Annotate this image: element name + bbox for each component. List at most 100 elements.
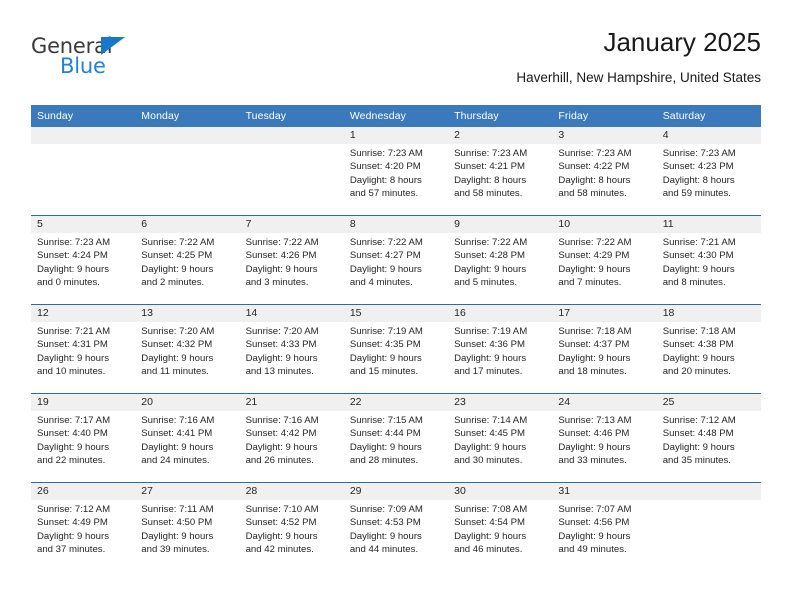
sunrise-text: Sunrise: 7:18 AM (662, 326, 736, 337)
calendar-day-cell[interactable]: 30 Sunrise: 7:08 AM Sunset: 4:54 PM Dayligh… (448, 482, 553, 571)
calendar-day-cell[interactable]: 26 Sunrise: 7:12 AM Sunset: 4:49 PM Dayligh… (31, 482, 136, 571)
calendar-day-cell[interactable]: 1 Sunrise: 7:23 AM Sunset: 4:20 PM Daylight… (343, 127, 449, 216)
sunset-text: Sunset: 4:24 PM (37, 250, 108, 262)
calendar-week-row: 12 Sunrise: 7:21 AM Sunset: 4:31 PM Dayligh… (31, 304, 761, 394)
calendar-day-cell-inner: 24 Sunrise: 7:13 AM Sunset: 4:46 PM Dayligh… (552, 394, 657, 482)
calendar-day-cell[interactable]: 12 Sunrise: 7:21 AM Sunset: 4:31 PM Dayligh… (31, 304, 136, 394)
calendar-day-cell[interactable]: 6 Sunrise: 7:22 AM Sunset: 4:25 PM Daylight… (135, 215, 240, 305)
daylight-text-line1: Daylight: 9 hours (37, 263, 109, 275)
calendar-day-cell-inner: 17 Sunrise: 7:18 AM Sunset: 4:37 PM Dayligh… (552, 305, 657, 393)
calendar-day-cell[interactable]: 19 Sunrise: 7:17 AM Sunset: 4:40 PM Dayligh… (31, 393, 136, 483)
daylight-text-line1: Daylight: 9 hours (558, 530, 631, 542)
weekday-header-friday: Friday (552, 105, 657, 127)
weekday-header-tuesday: Tuesday (239, 105, 344, 127)
calendar-day-cell[interactable]: 25 Sunrise: 7:12 AM Sunset: 4:48 PM Dayligh… (656, 393, 761, 483)
sunset-text: Sunset: 4:26 PM (245, 250, 317, 262)
calendar-week-row: 26 Sunrise: 7:12 AM Sunset: 4:49 PM Dayligh… (31, 482, 761, 571)
weekday-header-monday: Monday (135, 105, 240, 127)
day-number: 12 (31, 305, 136, 322)
calendar-day-cell[interactable]: 31 Sunrise: 7:07 AM Sunset: 4:56 PM Dayligh… (552, 482, 657, 571)
calendar-day-cell[interactable]: 28 Sunrise: 7:10 AM Sunset: 4:52 PM Dayligh… (239, 482, 344, 571)
calendar-day-cell[interactable]: 17 Sunrise: 7:18 AM Sunset: 4:37 PM Dayligh… (552, 304, 657, 394)
weekday-header-row: Sunday Monday Tuesday Wednesday Thursday… (31, 105, 761, 127)
day-number: 9 (448, 216, 553, 233)
day-number: 8 (343, 216, 449, 233)
day-details: Sunrise: 7:22 AM Sunset: 4:29 PM Daylight:… (552, 233, 656, 289)
daylight-text-line2: and 33 minutes. (558, 454, 627, 466)
day-details: Sunrise: 7:23 AM Sunset: 4:23 PM Daylight:… (657, 144, 761, 200)
daylight-text-line2: and 30 minutes. (454, 454, 523, 466)
calendar-day-cell-inner: 31 Sunrise: 7:07 AM Sunset: 4:56 PM Dayligh… (552, 483, 657, 571)
sunrise-text: Sunrise: 7:19 AM (454, 326, 528, 337)
day-details: Sunrise: 7:14 AM Sunset: 4:45 PM Daylight:… (448, 411, 552, 467)
calendar-day-cell[interactable]: 20 Sunrise: 7:16 AM Sunset: 4:41 PM Dayligh… (135, 393, 240, 483)
day-number: 10 (552, 216, 657, 233)
calendar-day-cell-inner: 15 Sunrise: 7:19 AM Sunset: 4:35 PM Dayligh… (343, 305, 449, 393)
day-details: Sunrise: 7:13 AM Sunset: 4:46 PM Daylight:… (552, 411, 656, 467)
daylight-text-line1: Daylight: 9 hours (454, 352, 527, 364)
day-details: Sunrise: 7:18 AM Sunset: 4:38 PM Daylight:… (657, 322, 761, 378)
calendar-day-cell-inner: 3 Sunrise: 7:23 AM Sunset: 4:22 PM Daylight… (552, 127, 657, 215)
calendar-day-cell-inner: 18 Sunrise: 7:18 AM Sunset: 4:38 PM Dayligh… (656, 305, 761, 393)
sunset-text: Sunset: 4:22 PM (558, 161, 630, 173)
sunrise-text: Sunrise: 7:10 AM (245, 504, 319, 515)
daylight-text-line2: and 42 minutes. (245, 543, 314, 555)
calendar-day-cell[interactable]: 23 Sunrise: 7:14 AM Sunset: 4:45 PM Dayligh… (448, 393, 553, 483)
day-number: 27 (135, 483, 240, 500)
calendar-day-cell[interactable]: 29 Sunrise: 7:09 AM Sunset: 4:53 PM Dayligh… (343, 482, 449, 571)
calendar-day-cell[interactable]: 5 Sunrise: 7:23 AM Sunset: 4:24 PM Daylight… (31, 215, 136, 305)
sunset-text: Sunset: 4:53 PM (349, 517, 421, 529)
day-details: Sunrise: 7:20 AM Sunset: 4:33 PM Daylight:… (240, 322, 344, 378)
day-details: Sunrise: 7:20 AM Sunset: 4:32 PM Daylight:… (135, 322, 239, 378)
day-number: 23 (448, 394, 553, 411)
calendar-day-cell-inner: 6 Sunrise: 7:22 AM Sunset: 4:25 PM Daylight… (135, 216, 240, 304)
sunrise-text: Sunrise: 7:23 AM (558, 148, 632, 159)
calendar-day-cell-inner: 22 Sunrise: 7:15 AM Sunset: 4:44 PM Dayligh… (343, 394, 449, 482)
day-number: 20 (135, 394, 240, 411)
calendar-day-cell-inner (656, 483, 761, 571)
daylight-text-line1: Daylight: 9 hours (141, 441, 214, 453)
daylight-text-line1: Daylight: 9 hours (141, 530, 214, 542)
day-number (239, 127, 344, 144)
sunset-text: Sunset: 4:54 PM (454, 517, 526, 529)
calendar-day-cell-inner: 30 Sunrise: 7:08 AM Sunset: 4:54 PM Dayligh… (448, 483, 553, 571)
calendar-day-cell-inner: 27 Sunrise: 7:11 AM Sunset: 4:50 PM Dayligh… (135, 483, 240, 571)
calendar-day-cell[interactable]: 24 Sunrise: 7:13 AM Sunset: 4:46 PM Dayligh… (552, 393, 657, 483)
calendar-day-cell[interactable]: 4 Sunrise: 7:23 AM Sunset: 4:23 PM Daylight… (656, 127, 761, 216)
calendar-day-cell[interactable]: 8 Sunrise: 7:22 AM Sunset: 4:27 PM Daylight… (343, 215, 449, 305)
daylight-text-line2: and 59 minutes. (662, 187, 731, 199)
calendar-day-cell[interactable]: 3 Sunrise: 7:23 AM Sunset: 4:22 PM Daylight… (552, 127, 657, 216)
calendar-day-cell[interactable]: 21 Sunrise: 7:16 AM Sunset: 4:42 PM Dayligh… (239, 393, 344, 483)
sunset-text: Sunset: 4:41 PM (141, 428, 213, 440)
page-subtitle: Haverhill, New Hampshire, United States (516, 70, 761, 85)
sunset-text: Sunset: 4:42 PM (245, 428, 317, 440)
daylight-text-line1: Daylight: 9 hours (349, 263, 422, 275)
calendar-day-cell[interactable]: 18 Sunrise: 7:18 AM Sunset: 4:38 PM Dayligh… (656, 304, 761, 394)
calendar-day-cell[interactable]: 7 Sunrise: 7:22 AM Sunset: 4:26 PM Daylight… (239, 215, 344, 305)
calendar-day-cell[interactable]: 15 Sunrise: 7:19 AM Sunset: 4:35 PM Dayligh… (343, 304, 449, 394)
calendar-day-cell[interactable]: 27 Sunrise: 7:11 AM Sunset: 4:50 PM Dayligh… (135, 482, 240, 571)
calendar-day-cell[interactable]: 14 Sunrise: 7:20 AM Sunset: 4:33 PM Dayligh… (239, 304, 344, 394)
calendar-day-cell-empty (31, 127, 136, 216)
calendar-day-cell[interactable]: 16 Sunrise: 7:19 AM Sunset: 4:36 PM Dayligh… (448, 304, 553, 394)
daylight-text-line1: Daylight: 9 hours (349, 441, 422, 453)
day-number: 31 (552, 483, 657, 500)
calendar-day-cell[interactable]: 13 Sunrise: 7:20 AM Sunset: 4:32 PM Dayligh… (135, 304, 240, 394)
calendar-day-cell[interactable]: 22 Sunrise: 7:15 AM Sunset: 4:44 PM Dayligh… (343, 393, 449, 483)
calendar-day-cell[interactable]: 2 Sunrise: 7:23 AM Sunset: 4:21 PM Daylight… (448, 127, 553, 216)
day-details (31, 144, 135, 147)
day-details: Sunrise: 7:17 AM Sunset: 4:40 PM Daylight:… (31, 411, 135, 467)
calendar-header-row-group: Sunday Monday Tuesday Wednesday Thursday… (31, 105, 761, 127)
sunset-text: Sunset: 4:30 PM (662, 250, 734, 262)
page-title: January 2025 (603, 27, 761, 57)
sunset-text: Sunset: 4:29 PM (558, 250, 630, 262)
day-details (135, 144, 239, 147)
day-details: Sunrise: 7:23 AM Sunset: 4:21 PM Daylight:… (448, 144, 552, 200)
sunrise-text: Sunrise: 7:15 AM (349, 415, 423, 426)
calendar-day-cell[interactable]: 9 Sunrise: 7:22 AM Sunset: 4:28 PM Daylight… (448, 215, 553, 305)
daylight-text-line2: and 39 minutes. (141, 543, 210, 555)
calendar-day-cell[interactable]: 11 Sunrise: 7:21 AM Sunset: 4:30 PM Dayligh… (656, 215, 761, 305)
calendar-day-cell[interactable]: 10 Sunrise: 7:22 AM Sunset: 4:29 PM Dayligh… (552, 215, 657, 305)
daylight-text-line1: Daylight: 9 hours (558, 263, 631, 275)
sunrise-text: Sunrise: 7:23 AM (37, 237, 111, 248)
